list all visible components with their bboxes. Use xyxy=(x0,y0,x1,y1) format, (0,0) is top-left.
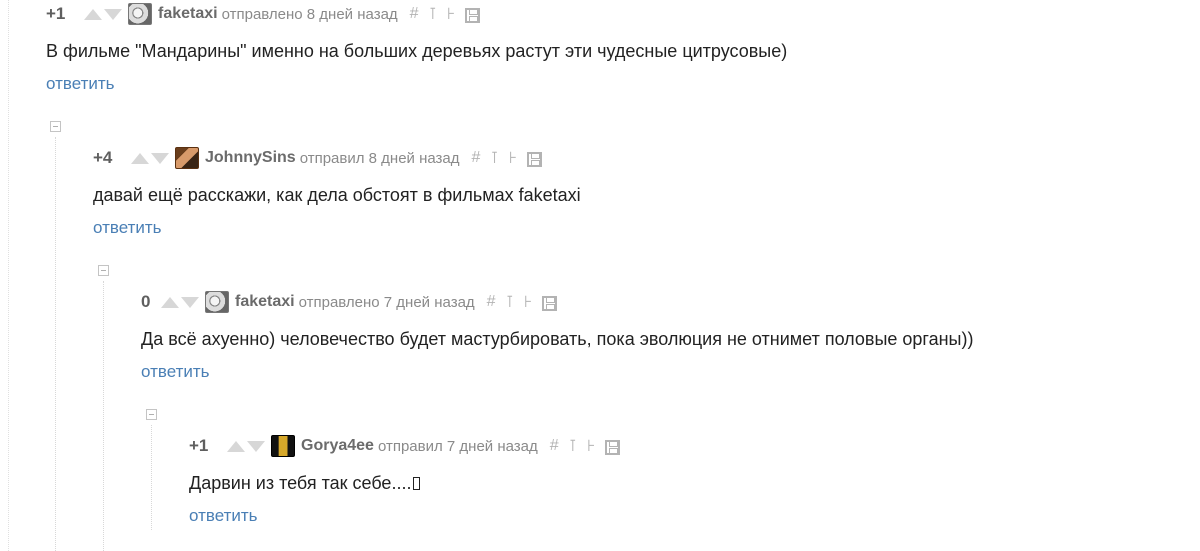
avatar[interactable] xyxy=(128,3,152,25)
timestamp[interactable]: отправлено 7 дней назад xyxy=(299,294,475,311)
parent-icon[interactable]: ⊺ xyxy=(429,4,437,24)
vote-arrows xyxy=(84,8,122,20)
author-name[interactable]: Gorya4ee xyxy=(301,437,374,455)
comment-header: +1 faketaxi отправлено 8 дней назад # ⊺ … xyxy=(46,2,787,26)
comment-text: давай ещё расскажи, как дела обстоят в ф… xyxy=(93,185,581,205)
save-icon[interactable] xyxy=(527,151,543,167)
rating: +4 xyxy=(93,148,113,167)
save-icon[interactable] xyxy=(465,7,481,23)
comment-text: В фильме "Мандарины" именно на больших д… xyxy=(46,41,788,61)
rating: +1 xyxy=(189,436,209,455)
timestamp[interactable]: отправил 7 дней назад xyxy=(378,438,538,455)
arrow-up-icon[interactable] xyxy=(227,440,245,452)
collapse-icon[interactable] xyxy=(50,121,61,132)
arrow-down-icon[interactable] xyxy=(104,8,122,20)
missing-glyph-icon xyxy=(413,477,421,490)
vote-arrows xyxy=(227,440,265,452)
hash-icon[interactable]: # xyxy=(472,149,481,167)
comment-text: Дарвин из тебя так себе.... xyxy=(189,473,412,493)
thread-line xyxy=(103,281,104,551)
arrow-down-icon[interactable] xyxy=(181,296,199,308)
collapse-icon[interactable] xyxy=(98,265,109,276)
comment: +4 JohnnySins отправил 8 дней назад # ⊺ … xyxy=(93,146,581,238)
arrow-down-icon[interactable] xyxy=(151,152,169,164)
author-name[interactable]: JohnnySins xyxy=(205,149,296,167)
arrow-up-icon[interactable] xyxy=(84,8,102,20)
timestamp[interactable]: отправлено 8 дней назад xyxy=(222,6,398,23)
hash-icon[interactable]: # xyxy=(550,437,559,455)
reply-link[interactable]: ответить xyxy=(141,362,210,382)
comment-header: +4 JohnnySins отправил 8 дней назад # ⊺ … xyxy=(93,146,581,170)
hash-icon[interactable]: # xyxy=(487,293,496,311)
arrow-up-icon[interactable] xyxy=(131,152,149,164)
save-icon[interactable] xyxy=(542,295,558,311)
thread-line xyxy=(151,425,152,530)
comment: +1 Gorya4ee отправил 7 дней назад # ⊺ ⊦ … xyxy=(189,434,621,526)
avatar[interactable] xyxy=(205,291,229,313)
comment-text: Да всё ахуенно) человечество будет масту… xyxy=(141,329,974,349)
arrow-up-icon[interactable] xyxy=(161,296,179,308)
rating: +1 xyxy=(46,4,66,23)
hash-icon[interactable]: # xyxy=(410,5,419,23)
author-name[interactable]: faketaxi xyxy=(158,5,218,23)
comment: +1 faketaxi отправлено 8 дней назад # ⊺ … xyxy=(46,2,787,94)
branch-icon[interactable]: ⊦ xyxy=(587,436,595,456)
comment-body: Дарвин из тебя так себе.... xyxy=(189,473,620,494)
branch-icon[interactable]: ⊦ xyxy=(524,292,532,312)
vote-arrows xyxy=(131,152,169,164)
reply-link[interactable]: ответить xyxy=(46,74,115,94)
parent-icon[interactable]: ⊺ xyxy=(506,292,514,312)
save-icon[interactable] xyxy=(605,439,621,455)
thread-border xyxy=(8,0,9,551)
arrow-down-icon[interactable] xyxy=(247,440,265,452)
branch-icon[interactable]: ⊦ xyxy=(509,148,517,168)
reply-link[interactable]: ответить xyxy=(93,218,162,238)
branch-icon[interactable]: ⊦ xyxy=(447,4,455,24)
reply-link[interactable]: ответить xyxy=(189,506,258,526)
collapse-icon[interactable] xyxy=(146,409,157,420)
parent-icon[interactable]: ⊺ xyxy=(490,148,498,168)
author-name[interactable]: faketaxi xyxy=(235,293,295,311)
thread-line xyxy=(55,137,56,551)
vote-arrows xyxy=(161,296,199,308)
parent-icon[interactable]: ⊺ xyxy=(569,436,577,456)
comment-header: +1 Gorya4ee отправил 7 дней назад # ⊺ ⊦ xyxy=(189,434,621,458)
rating: 0 xyxy=(141,292,151,311)
comment: 0 faketaxi отправлено 7 дней назад # ⊺ ⊦… xyxy=(141,290,973,382)
timestamp[interactable]: отправил 8 дней назад xyxy=(300,150,460,167)
avatar[interactable] xyxy=(175,147,199,169)
comment-header: 0 faketaxi отправлено 7 дней назад # ⊺ ⊦ xyxy=(141,290,973,314)
avatar[interactable] xyxy=(271,435,295,457)
